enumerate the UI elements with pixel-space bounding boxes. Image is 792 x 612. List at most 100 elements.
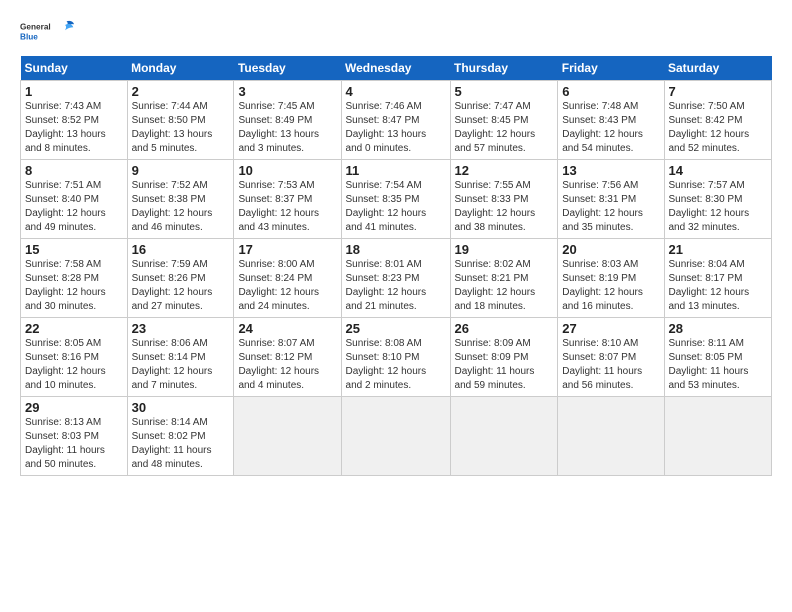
day-number: 8 <box>25 163 123 178</box>
calendar-cell: 23Sunrise: 8:06 AM Sunset: 8:14 PM Dayli… <box>127 318 234 397</box>
calendar-cell: 19Sunrise: 8:02 AM Sunset: 8:21 PM Dayli… <box>450 239 558 318</box>
day-number: 29 <box>25 400 123 415</box>
page: General Blue SundayMondayTuesdayWednesda… <box>0 0 792 486</box>
day-info: Sunrise: 7:51 AM Sunset: 8:40 PM Dayligh… <box>25 179 123 235</box>
day-info: Sunrise: 8:05 AM Sunset: 8:16 PM Dayligh… <box>25 337 123 393</box>
day-info: Sunrise: 8:07 AM Sunset: 8:12 PM Dayligh… <box>238 337 336 393</box>
day-info: Sunrise: 7:46 AM Sunset: 8:47 PM Dayligh… <box>346 100 446 156</box>
day-number: 16 <box>132 242 230 257</box>
calendar-cell: 10Sunrise: 7:53 AM Sunset: 8:37 PM Dayli… <box>234 160 341 239</box>
day-info: Sunrise: 7:56 AM Sunset: 8:31 PM Dayligh… <box>562 179 659 235</box>
day-number: 12 <box>455 163 554 178</box>
calendar-cell: 29Sunrise: 8:13 AM Sunset: 8:03 PM Dayli… <box>21 397 128 476</box>
day-number: 1 <box>25 84 123 99</box>
logo-icon: General Blue <box>20 16 80 46</box>
day-info: Sunrise: 7:57 AM Sunset: 8:30 PM Dayligh… <box>669 179 768 235</box>
day-number: 7 <box>669 84 768 99</box>
weekday-header: Monday <box>127 56 234 81</box>
calendar-cell: 30Sunrise: 8:14 AM Sunset: 8:02 PM Dayli… <box>127 397 234 476</box>
calendar-week-row: 22Sunrise: 8:05 AM Sunset: 8:16 PM Dayli… <box>21 318 772 397</box>
day-info: Sunrise: 8:11 AM Sunset: 8:05 PM Dayligh… <box>669 337 768 393</box>
header: General Blue <box>20 16 772 46</box>
calendar-cell: 24Sunrise: 8:07 AM Sunset: 8:12 PM Dayli… <box>234 318 341 397</box>
calendar-cell: 5Sunrise: 7:47 AM Sunset: 8:45 PM Daylig… <box>450 81 558 160</box>
calendar-cell <box>558 397 664 476</box>
calendar-cell: 27Sunrise: 8:10 AM Sunset: 8:07 PM Dayli… <box>558 318 664 397</box>
day-number: 4 <box>346 84 446 99</box>
calendar-week-row: 8Sunrise: 7:51 AM Sunset: 8:40 PM Daylig… <box>21 160 772 239</box>
day-info: Sunrise: 7:59 AM Sunset: 8:26 PM Dayligh… <box>132 258 230 314</box>
day-number: 21 <box>669 242 768 257</box>
calendar-cell <box>664 397 772 476</box>
svg-text:General: General <box>20 23 51 32</box>
calendar-cell <box>450 397 558 476</box>
day-number: 25 <box>346 321 446 336</box>
calendar-week-row: 1Sunrise: 7:43 AM Sunset: 8:52 PM Daylig… <box>21 81 772 160</box>
day-info: Sunrise: 7:52 AM Sunset: 8:38 PM Dayligh… <box>132 179 230 235</box>
header-row: SundayMondayTuesdayWednesdayThursdayFrid… <box>21 56 772 81</box>
day-number: 14 <box>669 163 768 178</box>
calendar-cell <box>234 397 341 476</box>
weekday-header: Tuesday <box>234 56 341 81</box>
weekday-header: Friday <box>558 56 664 81</box>
day-number: 23 <box>132 321 230 336</box>
day-number: 13 <box>562 163 659 178</box>
calendar-cell: 13Sunrise: 7:56 AM Sunset: 8:31 PM Dayli… <box>558 160 664 239</box>
calendar-week-row: 15Sunrise: 7:58 AM Sunset: 8:28 PM Dayli… <box>21 239 772 318</box>
day-info: Sunrise: 8:04 AM Sunset: 8:17 PM Dayligh… <box>669 258 768 314</box>
svg-text:Blue: Blue <box>20 32 38 41</box>
day-info: Sunrise: 8:10 AM Sunset: 8:07 PM Dayligh… <box>562 337 659 393</box>
day-info: Sunrise: 7:44 AM Sunset: 8:50 PM Dayligh… <box>132 100 230 156</box>
day-number: 11 <box>346 163 446 178</box>
calendar-cell: 11Sunrise: 7:54 AM Sunset: 8:35 PM Dayli… <box>341 160 450 239</box>
calendar-cell: 18Sunrise: 8:01 AM Sunset: 8:23 PM Dayli… <box>341 239 450 318</box>
calendar-cell: 25Sunrise: 8:08 AM Sunset: 8:10 PM Dayli… <box>341 318 450 397</box>
calendar-cell: 2Sunrise: 7:44 AM Sunset: 8:50 PM Daylig… <box>127 81 234 160</box>
day-info: Sunrise: 7:47 AM Sunset: 8:45 PM Dayligh… <box>455 100 554 156</box>
day-info: Sunrise: 8:03 AM Sunset: 8:19 PM Dayligh… <box>562 258 659 314</box>
day-info: Sunrise: 7:48 AM Sunset: 8:43 PM Dayligh… <box>562 100 659 156</box>
day-number: 26 <box>455 321 554 336</box>
day-number: 24 <box>238 321 336 336</box>
logo: General Blue <box>20 16 80 46</box>
day-number: 22 <box>25 321 123 336</box>
day-number: 9 <box>132 163 230 178</box>
day-info: Sunrise: 7:43 AM Sunset: 8:52 PM Dayligh… <box>25 100 123 156</box>
calendar-cell: 8Sunrise: 7:51 AM Sunset: 8:40 PM Daylig… <box>21 160 128 239</box>
day-number: 27 <box>562 321 659 336</box>
calendar-cell: 1Sunrise: 7:43 AM Sunset: 8:52 PM Daylig… <box>21 81 128 160</box>
day-info: Sunrise: 7:50 AM Sunset: 8:42 PM Dayligh… <box>669 100 768 156</box>
calendar-cell: 21Sunrise: 8:04 AM Sunset: 8:17 PM Dayli… <box>664 239 772 318</box>
calendar-cell: 15Sunrise: 7:58 AM Sunset: 8:28 PM Dayli… <box>21 239 128 318</box>
weekday-header: Wednesday <box>341 56 450 81</box>
calendar-cell: 7Sunrise: 7:50 AM Sunset: 8:42 PM Daylig… <box>664 81 772 160</box>
calendar-week-row: 29Sunrise: 8:13 AM Sunset: 8:03 PM Dayli… <box>21 397 772 476</box>
calendar-cell: 4Sunrise: 7:46 AM Sunset: 8:47 PM Daylig… <box>341 81 450 160</box>
calendar-table: SundayMondayTuesdayWednesdayThursdayFrid… <box>20 56 772 476</box>
calendar-cell: 28Sunrise: 8:11 AM Sunset: 8:05 PM Dayli… <box>664 318 772 397</box>
day-info: Sunrise: 7:55 AM Sunset: 8:33 PM Dayligh… <box>455 179 554 235</box>
day-number: 5 <box>455 84 554 99</box>
day-number: 28 <box>669 321 768 336</box>
day-info: Sunrise: 7:58 AM Sunset: 8:28 PM Dayligh… <box>25 258 123 314</box>
day-info: Sunrise: 8:09 AM Sunset: 8:09 PM Dayligh… <box>455 337 554 393</box>
day-info: Sunrise: 7:53 AM Sunset: 8:37 PM Dayligh… <box>238 179 336 235</box>
day-info: Sunrise: 8:01 AM Sunset: 8:23 PM Dayligh… <box>346 258 446 314</box>
day-info: Sunrise: 7:45 AM Sunset: 8:49 PM Dayligh… <box>238 100 336 156</box>
day-info: Sunrise: 7:54 AM Sunset: 8:35 PM Dayligh… <box>346 179 446 235</box>
day-info: Sunrise: 8:13 AM Sunset: 8:03 PM Dayligh… <box>25 416 123 472</box>
day-info: Sunrise: 8:00 AM Sunset: 8:24 PM Dayligh… <box>238 258 336 314</box>
day-info: Sunrise: 8:02 AM Sunset: 8:21 PM Dayligh… <box>455 258 554 314</box>
day-number: 15 <box>25 242 123 257</box>
calendar-cell: 12Sunrise: 7:55 AM Sunset: 8:33 PM Dayli… <box>450 160 558 239</box>
day-number: 10 <box>238 163 336 178</box>
weekday-header: Saturday <box>664 56 772 81</box>
calendar-cell: 26Sunrise: 8:09 AM Sunset: 8:09 PM Dayli… <box>450 318 558 397</box>
day-number: 6 <box>562 84 659 99</box>
day-number: 30 <box>132 400 230 415</box>
day-info: Sunrise: 8:06 AM Sunset: 8:14 PM Dayligh… <box>132 337 230 393</box>
day-info: Sunrise: 8:14 AM Sunset: 8:02 PM Dayligh… <box>132 416 230 472</box>
calendar-cell: 20Sunrise: 8:03 AM Sunset: 8:19 PM Dayli… <box>558 239 664 318</box>
weekday-header: Sunday <box>21 56 128 81</box>
day-number: 18 <box>346 242 446 257</box>
